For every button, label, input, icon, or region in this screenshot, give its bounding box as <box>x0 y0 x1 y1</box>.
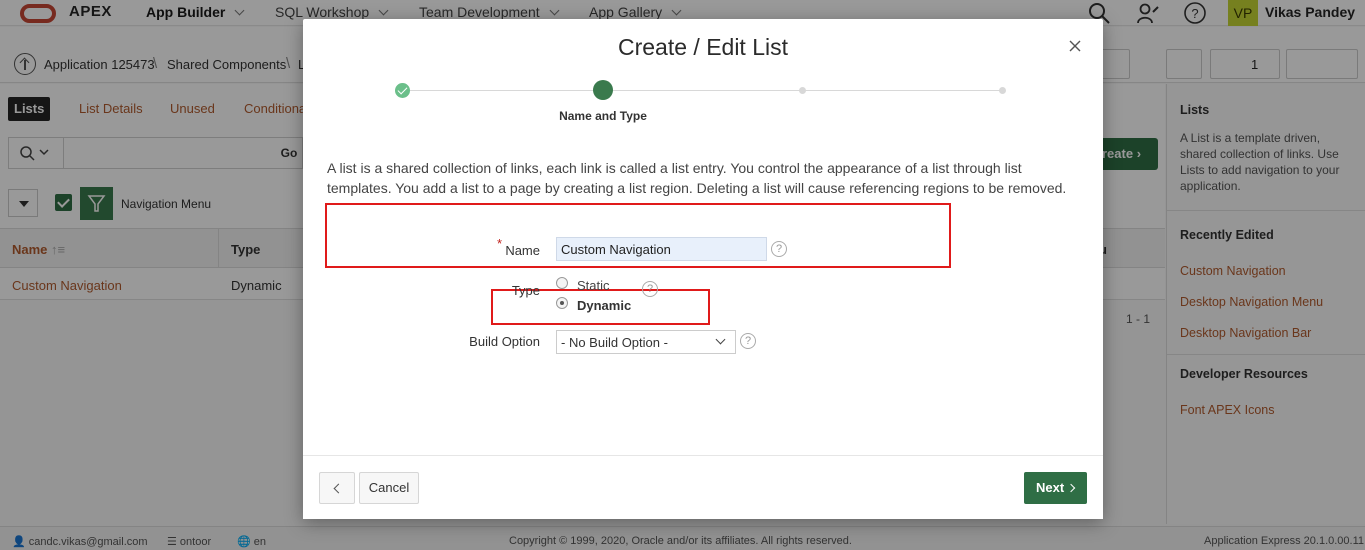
name-input[interactable] <box>556 237 767 261</box>
build-option-select[interactable]: - No Build Option - <box>556 330 736 354</box>
type-label: Type <box>511 283 540 298</box>
wizard-step-label: Name and Type <box>559 109 647 123</box>
type-radio-static-label[interactable]: Static <box>577 278 610 293</box>
previous-button[interactable] <box>319 472 355 504</box>
type-radio-dynamic[interactable] <box>556 297 568 309</box>
wizard-step-pending <box>999 87 1006 94</box>
dialog-footer: Cancel Next <box>303 455 1103 519</box>
name-label: Name <box>505 243 540 258</box>
wizard-step-current <box>593 80 613 100</box>
type-radio-dynamic-label[interactable]: Dynamic <box>577 298 631 313</box>
chevron-down-icon <box>715 334 726 345</box>
dialog-title: Create / Edit List <box>617 34 789 60</box>
close-icon[interactable] <box>1067 38 1083 54</box>
build-option-label: Build Option <box>469 334 540 349</box>
wizard-step-pending <box>799 87 806 94</box>
wizard-track <box>403 90 1003 91</box>
chevron-right-icon <box>1066 483 1076 493</box>
build-option-help-icon[interactable]: ? <box>740 333 756 349</box>
type-radio-static[interactable] <box>556 277 568 289</box>
name-help-icon[interactable]: ? <box>771 241 787 257</box>
dialog-description: A list is a shared collection of links, … <box>327 160 1067 196</box>
create-edit-list-dialog: Create / Edit List Name and Type A list … <box>303 19 1103 519</box>
type-help-icon[interactable]: ? <box>642 281 658 297</box>
next-button[interactable]: Next <box>1024 472 1087 504</box>
cancel-button[interactable]: Cancel <box>359 472 419 504</box>
required-indicator: * <box>497 236 503 251</box>
wizard-step-complete-icon <box>395 83 410 98</box>
